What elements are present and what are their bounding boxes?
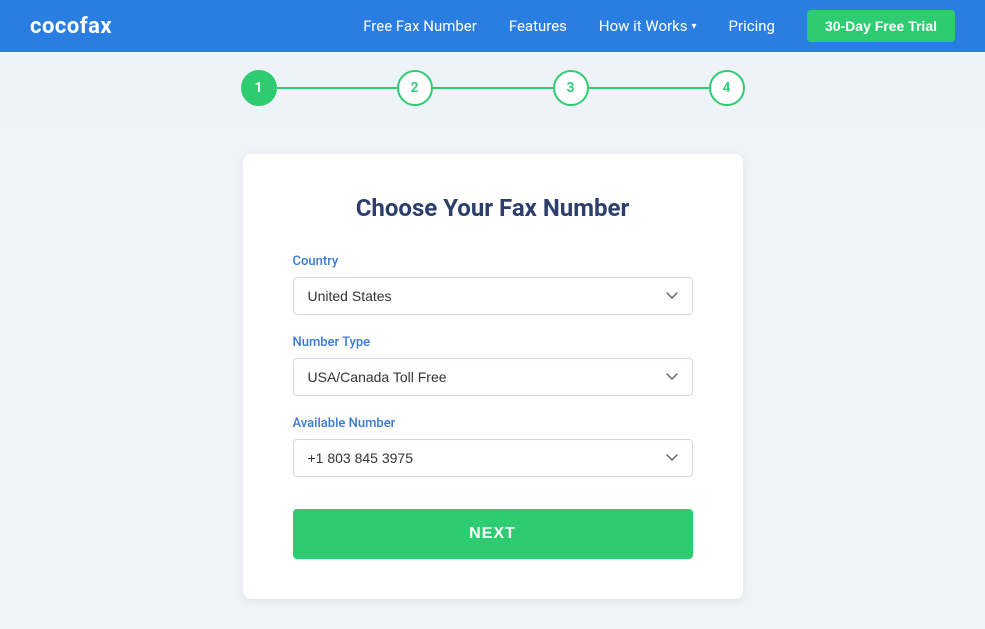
nav-free-fax[interactable]: Free Fax Number — [363, 17, 477, 35]
form-card: Choose Your Fax Number Country United St… — [243, 154, 743, 599]
main-nav: Free Fax Number Features How it Works ▾ … — [363, 10, 955, 42]
progress-section: 1 2 3 4 — [0, 52, 985, 124]
step-line-1 — [277, 87, 397, 89]
chevron-down-icon: ▾ — [692, 21, 697, 32]
available-number-label: Available Number — [293, 416, 693, 431]
country-group: Country United States Canada United King… — [293, 254, 693, 315]
form-title: Choose Your Fax Number — [293, 194, 693, 222]
header: cocofax Free Fax Number Features How it … — [0, 0, 985, 52]
step-3[interactable]: 3 — [553, 70, 589, 106]
step-4[interactable]: 4 — [709, 70, 745, 106]
available-number-group: Available Number +1 803 845 3975 +1 803 … — [293, 416, 693, 477]
next-button[interactable]: NEXT — [293, 509, 693, 559]
step-1[interactable]: 1 — [241, 70, 277, 106]
step-2[interactable]: 2 — [397, 70, 433, 106]
number-type-label: Number Type — [293, 335, 693, 350]
nav-how-it-works[interactable]: How it Works ▾ — [599, 17, 697, 35]
country-select[interactable]: United States Canada United Kingdom Aust… — [293, 277, 693, 315]
nav-pricing[interactable]: Pricing — [729, 17, 775, 35]
steps-container: 1 2 3 4 — [241, 70, 745, 106]
number-type-group: Number Type USA/Canada Toll Free Local I… — [293, 335, 693, 396]
logo: cocofax — [30, 14, 112, 39]
main-content: Choose Your Fax Number Country United St… — [0, 124, 985, 629]
country-label: Country — [293, 254, 693, 269]
step-line-2 — [433, 87, 553, 89]
available-number-select[interactable]: +1 803 845 3975 +1 803 845 3976 +1 803 8… — [293, 439, 693, 477]
nav-features[interactable]: Features — [509, 17, 567, 35]
number-type-select[interactable]: USA/Canada Toll Free Local International — [293, 358, 693, 396]
trial-button[interactable]: 30-Day Free Trial — [807, 10, 955, 42]
step-line-3 — [589, 87, 709, 89]
